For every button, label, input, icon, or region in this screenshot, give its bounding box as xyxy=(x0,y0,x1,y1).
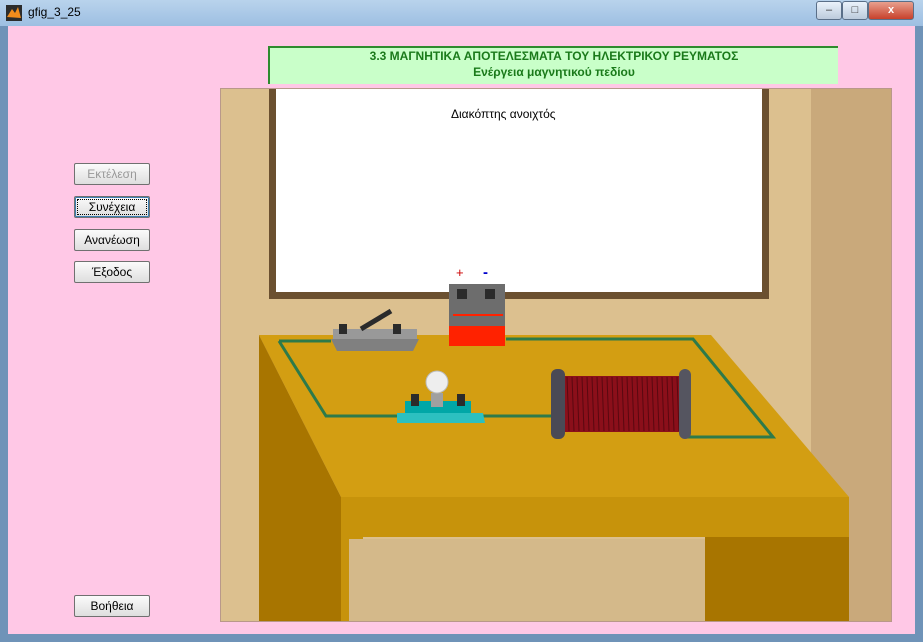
switch-lever xyxy=(359,308,393,332)
help-button[interactable]: Βοήθεια xyxy=(74,595,150,617)
exit-button[interactable]: Έξοδος xyxy=(74,261,150,283)
switch-base xyxy=(331,339,419,351)
title-bar: gfig_3_25 – □ x xyxy=(0,0,923,26)
figure-window: 3.3 ΜΑΓΝΗΤΙΚΑ ΑΠΟΤΕΛΕΣΜΑΤΑ ΤΟΥ ΗΛΕΚΤΡΙΚΟ… xyxy=(8,26,915,634)
coil-end-left xyxy=(551,369,565,439)
refresh-button[interactable]: Ανανέωση xyxy=(74,229,150,251)
maximize-button[interactable]: □ xyxy=(842,1,868,20)
header-title: 3.3 ΜΑΓΝΗΤΙΚΑ ΑΠΟΤΕΛΕΣΜΑΤΑ ΤΟΥ ΗΛΕΚΤΡΙΚΟ… xyxy=(369,49,739,63)
status-text: Διακόπτης ανοιχτός xyxy=(451,107,556,121)
lamp-socket xyxy=(431,393,443,407)
run-button[interactable]: Εκτέλεση xyxy=(74,163,150,185)
battery-terminal-plus xyxy=(457,289,467,299)
coil-end-right xyxy=(679,369,691,439)
switch-terminal-left xyxy=(339,324,347,334)
window-title: gfig_3_25 xyxy=(28,5,81,19)
simulation-scene: + - Διακόπτης ανοιχτός xyxy=(220,88,892,622)
lamp-terminal-left xyxy=(411,394,419,406)
switch-terminal-right xyxy=(393,324,401,334)
header-panel: 3.3 ΜΑΓΝΗΤΙΚΑ ΑΠΟΤΕΛΕΣΜΑΤΑ ΤΟΥ ΗΛΕΚΤΡΙΚΟ… xyxy=(268,46,838,84)
lamp-base xyxy=(397,413,485,423)
next-button[interactable]: Συνέχεια xyxy=(74,196,150,218)
matlab-icon xyxy=(6,5,22,21)
table-leg-right xyxy=(705,537,849,621)
battery-terminal-minus xyxy=(485,289,495,299)
battery-plus-label: + xyxy=(456,265,464,280)
light-bulb xyxy=(425,370,449,394)
scene-drawing: + - xyxy=(259,89,891,621)
battery-minus-label: - xyxy=(483,264,488,281)
close-button[interactable]: x xyxy=(868,1,914,20)
minimize-button[interactable]: – xyxy=(816,1,842,20)
table-front-edge xyxy=(341,497,849,537)
under-table-wall xyxy=(349,539,705,621)
battery-body-lower xyxy=(449,326,505,346)
lamp-terminal-right xyxy=(457,394,465,406)
header-subtitle: Ενέργεια μαγνητικού πεδίου xyxy=(473,65,635,79)
